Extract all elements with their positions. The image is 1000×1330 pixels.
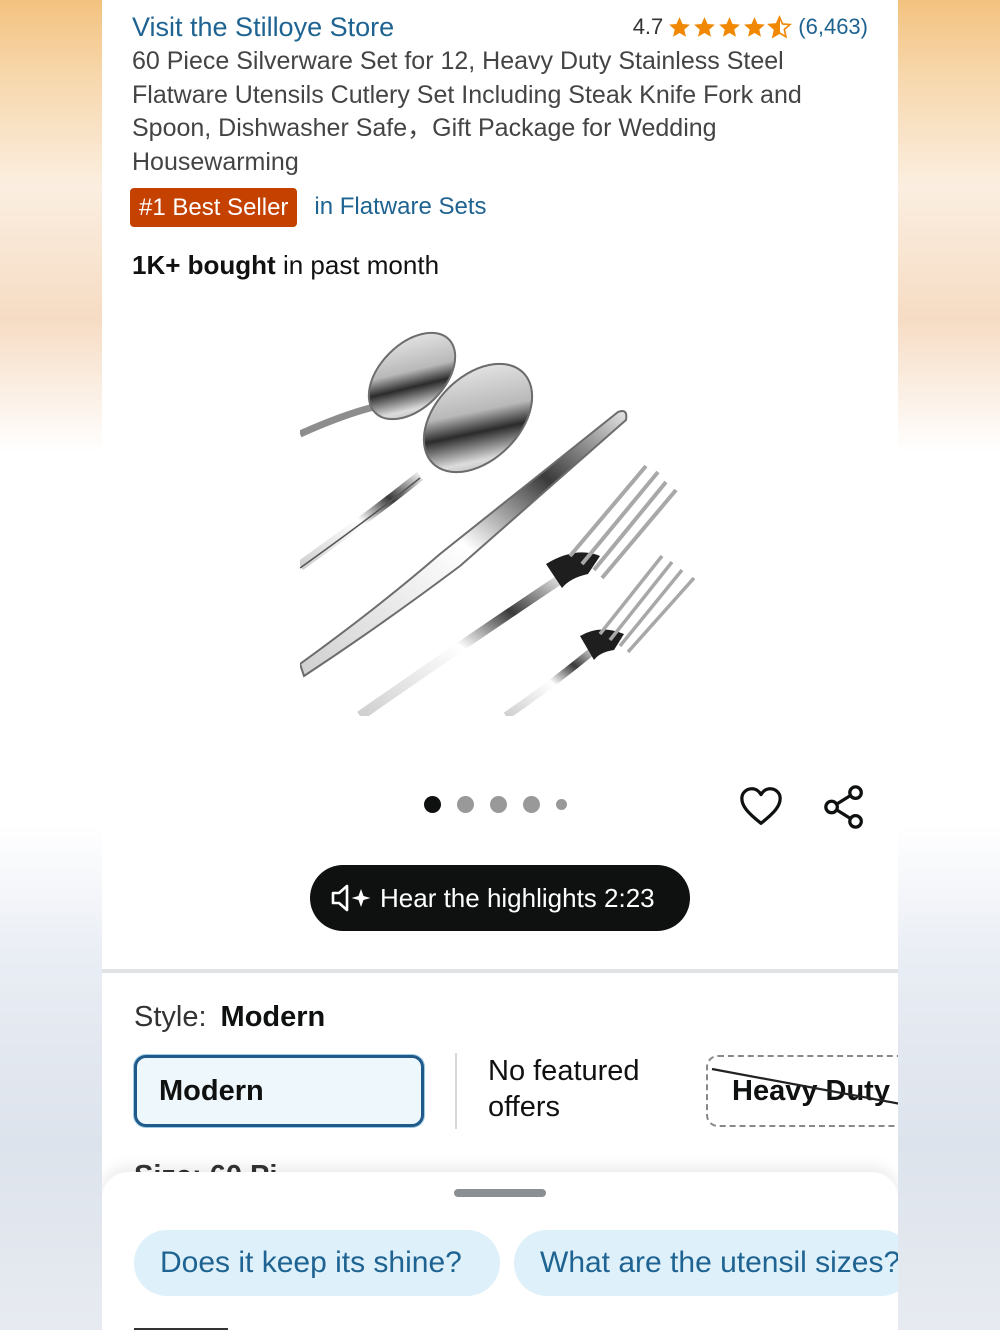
sheet-drag-handle[interactable] bbox=[454, 1189, 546, 1197]
gallery-dot[interactable] bbox=[556, 799, 567, 810]
rating-value: 4.7 bbox=[632, 14, 664, 39]
style-heading: Style: Modern bbox=[134, 1001, 325, 1034]
bought-count-bold: 1K+ bought bbox=[132, 250, 276, 280]
review-count: (6,463) bbox=[798, 14, 868, 39]
rating-summary[interactable]: 4.7 (6,463) bbox=[633, 12, 868, 42]
star-icon bbox=[694, 16, 716, 37]
speaker-sparkle-icon bbox=[331, 884, 371, 912]
best-seller-row: #1 Best Seller in Flatware Sets bbox=[130, 187, 487, 227]
visit-store-link[interactable]: Visit the Stilloye Store bbox=[132, 12, 394, 43]
question-chip[interactable]: Does it keep its shine? bbox=[134, 1230, 500, 1296]
style-label: Style: bbox=[134, 1001, 207, 1033]
unavailable-strike-line bbox=[711, 1067, 898, 1105]
style-option-heavy-duty[interactable]: Heavy Duty bbox=[706, 1055, 898, 1127]
gallery-dot[interactable] bbox=[523, 796, 540, 813]
ask-questions-sheet: Does it keep its shine? What are the ute… bbox=[102, 1172, 898, 1330]
gallery-dot[interactable] bbox=[457, 796, 474, 813]
no-featured-offers-text: No featured offers bbox=[488, 1055, 640, 1123]
star-icon bbox=[669, 16, 691, 37]
share-icon[interactable] bbox=[822, 784, 868, 830]
style-option-modern[interactable]: Modern bbox=[134, 1055, 424, 1127]
product-page: Visit the Stilloye Store 4.7 (6,463) 60 … bbox=[102, 0, 898, 1330]
style-value: Modern bbox=[220, 1001, 326, 1033]
heart-icon[interactable] bbox=[738, 784, 784, 830]
store-row: Visit the Stilloye Store 4.7 (6,463) bbox=[132, 12, 872, 44]
cutlery-product-image[interactable] bbox=[300, 316, 700, 716]
category-link[interactable]: in Flatware Sets bbox=[314, 193, 486, 221]
gallery-dot[interactable] bbox=[490, 796, 507, 813]
gallery-pagination[interactable] bbox=[424, 796, 583, 813]
bought-count-suffix: in past month bbox=[275, 250, 440, 280]
section-divider bbox=[102, 969, 898, 973]
half-star-icon bbox=[767, 14, 793, 38]
question-chip[interactable]: What are the utensil sizes? bbox=[514, 1230, 898, 1296]
swatch-separator bbox=[455, 1053, 457, 1129]
gallery-dot-active[interactable] bbox=[424, 796, 441, 813]
star-icon bbox=[744, 16, 766, 37]
product-title: 60 Piece Silverware Set for 12, Heavy Du… bbox=[132, 47, 802, 176]
hear-highlights-button[interactable]: Hear the highlights 2:23 bbox=[310, 865, 690, 931]
bought-count: 1K+ bought in past month bbox=[132, 250, 439, 281]
star-rating bbox=[667, 14, 793, 40]
best-seller-badge: #1 Best Seller bbox=[130, 187, 298, 227]
star-icon bbox=[719, 16, 741, 37]
hear-highlights-label: Hear the highlights 2:23 bbox=[380, 882, 655, 913]
